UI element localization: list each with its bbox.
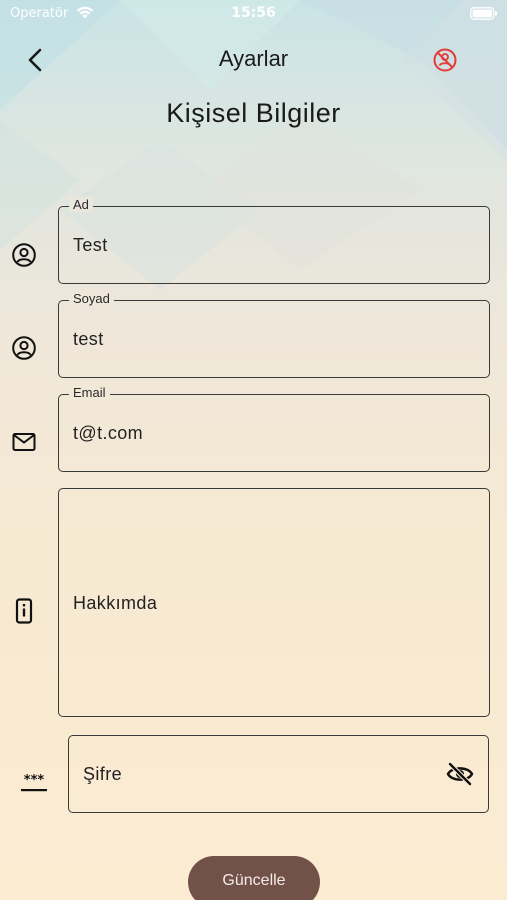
email-label: Email xyxy=(69,385,110,400)
password-field[interactable]: Şifre xyxy=(68,735,489,813)
account-circle-icon xyxy=(12,243,36,267)
battery-icon xyxy=(470,7,497,20)
last-name-label: Soyad xyxy=(69,291,114,306)
account-circle-icon xyxy=(12,336,36,360)
password-placeholder: Şifre xyxy=(83,764,123,784)
section-title: Kişisel Bilgiler xyxy=(166,98,341,128)
first-name-label: Ad xyxy=(69,197,93,212)
email-field[interactable]: Email t@t.com xyxy=(58,385,490,472)
clock: 15:56 xyxy=(231,5,276,21)
status-bar: Operatör 15:56 xyxy=(0,0,507,28)
first-name-field[interactable]: Ad Test xyxy=(58,197,490,284)
about-placeholder: Hakkımda xyxy=(73,593,158,613)
eye-off-icon[interactable] xyxy=(446,762,474,786)
password-icon: *** xyxy=(21,773,47,792)
mail-icon xyxy=(12,433,36,451)
update-button[interactable]: Güncelle xyxy=(188,856,320,900)
svg-text:***: *** xyxy=(24,773,45,788)
last-name-value: test xyxy=(73,329,104,349)
first-name-value: Test xyxy=(73,235,108,255)
last-name-field[interactable]: Soyad test xyxy=(58,291,490,378)
no-account-icon[interactable] xyxy=(431,46,459,74)
info-icon xyxy=(15,598,33,624)
about-field[interactable]: Hakkımda xyxy=(58,488,490,717)
email-value: t@t.com xyxy=(73,423,144,443)
